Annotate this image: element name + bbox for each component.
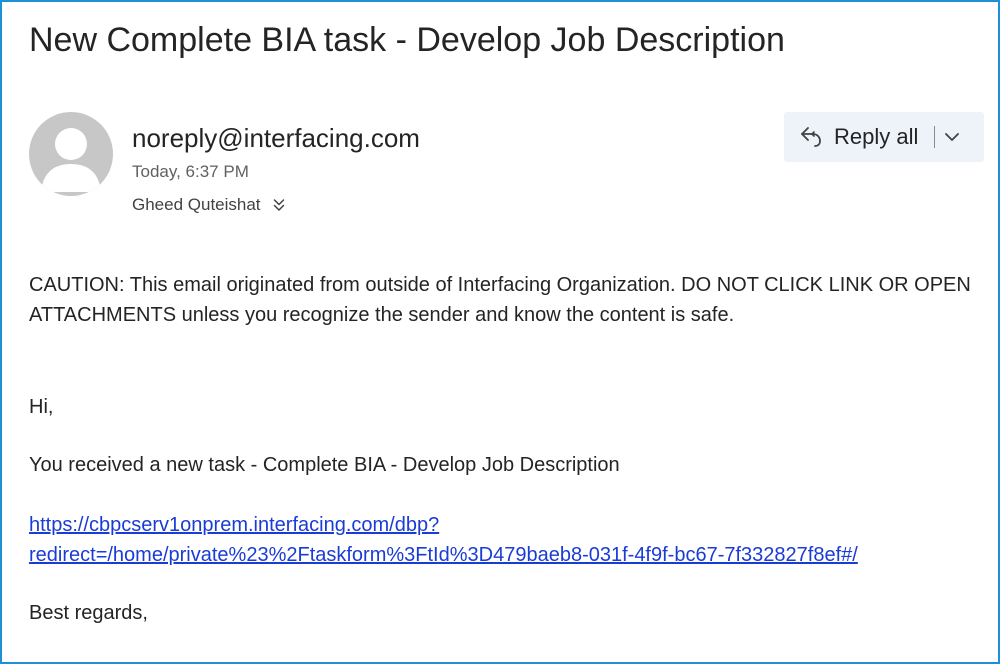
caution-notice: CAUTION: This email originated from outs… [29, 274, 971, 326]
recipient-row: Gheed Quteishat [132, 192, 287, 218]
double-chevron-down-icon[interactable] [271, 197, 287, 213]
email-reading-pane: New Complete BIA task - Develop Job Desc… [0, 0, 1000, 664]
signoff-text: Best regards, [29, 602, 148, 624]
email-body: CAUTION: This email originated from outs… [29, 270, 979, 624]
reply-all-split-button: Reply all [784, 112, 984, 162]
sender-avatar[interactable] [29, 112, 113, 196]
reply-all-button[interactable]: Reply all [798, 112, 918, 162]
sender-address[interactable]: noreply@interfacing.com [132, 121, 420, 155]
reply-all-label: Reply all [834, 124, 919, 149]
chevron-down-icon [945, 133, 960, 141]
person-silhouette-icon [41, 128, 101, 192]
reply-all-icon [798, 124, 824, 150]
email-timestamp: Today, 6:37 PM [132, 162, 249, 181]
task-link[interactable]: https://cbpcserv1onprem.interfacing.com/… [29, 510, 979, 570]
task-notification-text: You received a new task - Complete BIA -… [29, 454, 620, 476]
greeting-text: Hi, [29, 396, 54, 418]
reply-options-dropdown[interactable] [935, 112, 969, 162]
task-link-line-2: redirect=/home/private%23%2Ftaskform%3Ft… [29, 544, 858, 566]
task-link-line-1: https://cbpcserv1onprem.interfacing.com/… [29, 514, 440, 536]
recipient-name[interactable]: Gheed Quteishat [132, 193, 261, 217]
email-subject: New Complete BIA task - Develop Job Desc… [29, 21, 785, 59]
